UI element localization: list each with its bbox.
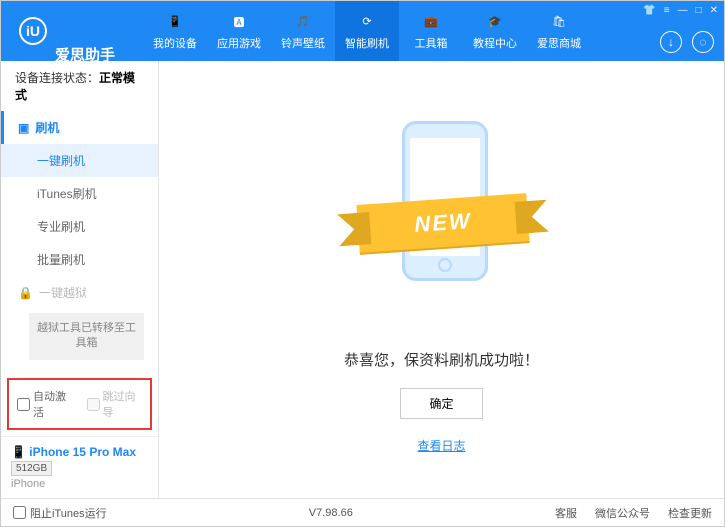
titlebar: iU 爱思助手 www.i4.cn 📱我的设备🅰应用游戏🎵铃声壁纸⟳智能刷机💼工… xyxy=(1,1,724,61)
nav-label: 工具箱 xyxy=(415,35,448,51)
footer: 阻止iTunes运行 V7.98.66 客服 微信公众号 检查更新 xyxy=(1,498,724,526)
nav-icon: ⟳ xyxy=(357,12,377,32)
nav-label: 智能刷机 xyxy=(345,35,389,51)
nav-item-4[interactable]: 💼 工具箱 xyxy=(399,1,463,61)
nav-item-0[interactable]: 📱 我的设备 xyxy=(143,1,207,61)
maximize-icon[interactable]: □ xyxy=(696,5,702,16)
nav-label: 爱思商城 xyxy=(537,35,581,51)
nav-icon: 🛍 xyxy=(549,12,569,32)
ok-button[interactable]: 确定 xyxy=(400,388,482,419)
sidebar-group-more[interactable]: ≡ 更多 xyxy=(1,364,158,372)
new-ribbon: NEW xyxy=(356,193,529,253)
sidebar-item[interactable]: 批量刷机 xyxy=(1,243,158,276)
logo-icon: iU xyxy=(19,17,47,45)
nav-label: 应用游戏 xyxy=(217,35,261,51)
skip-guide-checkbox[interactable]: 跳过向导 xyxy=(87,388,143,420)
phone-icon: 📱 xyxy=(11,445,26,459)
nav-item-5[interactable]: 🎓 教程中心 xyxy=(463,1,527,61)
nav-label: 铃声壁纸 xyxy=(281,35,325,51)
app-window: iU 爱思助手 www.i4.cn 📱 我的设备 🅰 应用游戏 🎵 铃声壁纸 ⟳ 智能刷机 💼 工… xyxy=(0,0,725,527)
nav-item-3[interactable]: ⟳ 智能刷机 xyxy=(335,1,399,61)
app-url: www.i4.cn xyxy=(55,65,115,76)
app-name: 爱思助手 xyxy=(55,0,115,65)
device-storage: 512GB xyxy=(11,461,52,476)
sidebar-group-flash[interactable]: ▣ 刷机 xyxy=(1,111,158,144)
nav-label: 教程中心 xyxy=(473,35,517,51)
auto-activate-checkbox[interactable]: 自动激活 xyxy=(17,388,73,420)
footer-link[interactable]: 客服 xyxy=(555,505,577,521)
device-info[interactable]: 📱 iPhone 15 Pro Max 512GB iPhone xyxy=(1,436,158,498)
window-controls: 👕 ≡ — □ ✕ xyxy=(643,5,718,16)
download-icon[interactable]: ↓ xyxy=(660,31,682,53)
block-itunes-checkbox[interactable]: 阻止iTunes运行 xyxy=(13,505,107,521)
sidebar-item[interactable]: iTunes刷机 xyxy=(1,177,158,210)
logo: iU 爱思助手 www.i4.cn xyxy=(1,0,133,75)
sidebar-item[interactable]: 一键刷机 xyxy=(1,144,158,177)
nav-icon: 💼 xyxy=(421,12,441,32)
version-label: V7.98.66 xyxy=(309,507,353,519)
menu-icon[interactable]: ≡ xyxy=(664,5,670,16)
nav-item-6[interactable]: 🛍 爱思商城 xyxy=(527,1,591,61)
flash-icon: ▣ xyxy=(18,121,29,135)
tshirt-icon[interactable]: 👕 xyxy=(643,5,655,16)
nav-label: 我的设备 xyxy=(153,35,197,51)
nav-icon: 🎓 xyxy=(485,12,505,32)
minimize-icon[interactable]: — xyxy=(678,5,688,16)
sidebar-group-jailbreak: 🔒 一键越狱 xyxy=(1,276,158,309)
jailbreak-moved-notice: 越狱工具已转移至工具箱 xyxy=(29,313,144,360)
success-message: 恭喜您，保资料刷机成功啦！ xyxy=(344,349,539,370)
nav-icon: 🅰 xyxy=(229,12,249,32)
sidebar-item[interactable]: 专业刷机 xyxy=(1,210,158,243)
device-type: iPhone xyxy=(11,478,148,490)
success-illustration: NEW xyxy=(362,121,522,321)
footer-link[interactable]: 检查更新 xyxy=(668,505,712,521)
lock-icon: 🔒 xyxy=(18,286,33,300)
main-content: NEW 恭喜您，保资料刷机成功啦！ 确定 查看日志 xyxy=(159,61,724,498)
main-nav: 📱 我的设备 🅰 应用游戏 🎵 铃声壁纸 ⟳ 智能刷机 💼 工具箱 🎓 教程中心 🛍 爱思商城 xyxy=(143,1,591,61)
options-highlighted: 自动激活 跳过向导 xyxy=(7,378,152,430)
nav-item-2[interactable]: 🎵 铃声壁纸 xyxy=(271,1,335,61)
user-icon[interactable]: ◌ xyxy=(692,31,714,53)
sidebar: 设备连接状态：正常模式 ▣ 刷机 一键刷机iTunes刷机专业刷机批量刷机 🔒 … xyxy=(1,61,159,498)
nav-icon: 🎵 xyxy=(293,12,313,32)
nav-icon: 📱 xyxy=(165,12,185,32)
footer-link[interactable]: 微信公众号 xyxy=(595,505,650,521)
close-icon[interactable]: ✕ xyxy=(710,5,718,16)
view-log-link[interactable]: 查看日志 xyxy=(417,437,465,454)
nav-item-1[interactable]: 🅰 应用游戏 xyxy=(207,1,271,61)
